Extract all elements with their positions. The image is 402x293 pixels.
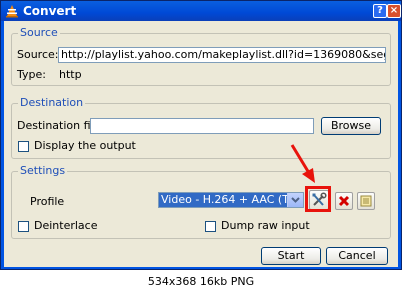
browse-button[interactable]: Browse [321, 117, 381, 135]
new-profile-icon [360, 195, 372, 207]
destination-legend: Destination [18, 96, 86, 109]
source-url-field[interactable]: http://playlist.yahoo.com/makeplaylist.d… [58, 47, 386, 63]
help-button[interactable]: ? [373, 4, 387, 18]
delete-x-icon [338, 195, 350, 207]
deinterlace-label: Deinterlace [34, 219, 98, 232]
dump-raw-input-checkbox[interactable] [205, 221, 216, 232]
deinterlace-checkbox[interactable] [18, 221, 29, 232]
source-label: Source: [17, 48, 59, 61]
type-label: Type: [17, 68, 46, 81]
delete-profile-button[interactable] [335, 192, 353, 210]
close-window-button[interactable]: × [387, 4, 401, 18]
dump-raw-input-label: Dump raw input [221, 219, 310, 232]
window-title: Convert [23, 4, 77, 18]
convert-window: Convert ? × Source Source: http://playli… [0, 0, 402, 270]
source-group: Source Source: http://playlist.yahoo.com… [11, 26, 391, 86]
dialog-body: Source Source: http://playlist.yahoo.com… [4, 21, 398, 267]
vlc-cone-icon [6, 5, 18, 18]
title-bar[interactable]: Convert ? × [1, 1, 401, 21]
destination-group: Destination Destination file: Browse Dis… [11, 96, 391, 159]
display-output-checkbox[interactable] [18, 141, 29, 152]
destination-file-field[interactable] [90, 118, 314, 134]
red-arrow-annotation [290, 144, 315, 183]
settings-legend: Settings [18, 164, 68, 177]
profile-label: Profile [30, 195, 65, 208]
type-value: http [59, 68, 82, 81]
highlight-box [305, 186, 331, 212]
display-output-label: Display the output [34, 139, 136, 152]
profile-select[interactable]: Video - H.264 + AAC (TS) [158, 192, 304, 208]
start-button[interactable]: Start [261, 247, 321, 265]
cancel-button[interactable]: Cancel [326, 247, 388, 265]
image-caption: 534x368 16kb PNG [0, 270, 402, 293]
new-profile-button[interactable] [357, 192, 375, 210]
settings-group: Settings Profile Video - H.264 + AAC (TS… [11, 164, 391, 239]
profile-selected-value: Video - H.264 + AAC (TS) [159, 193, 287, 207]
chevron-down-icon[interactable] [287, 193, 303, 207]
source-legend: Source [18, 26, 60, 39]
